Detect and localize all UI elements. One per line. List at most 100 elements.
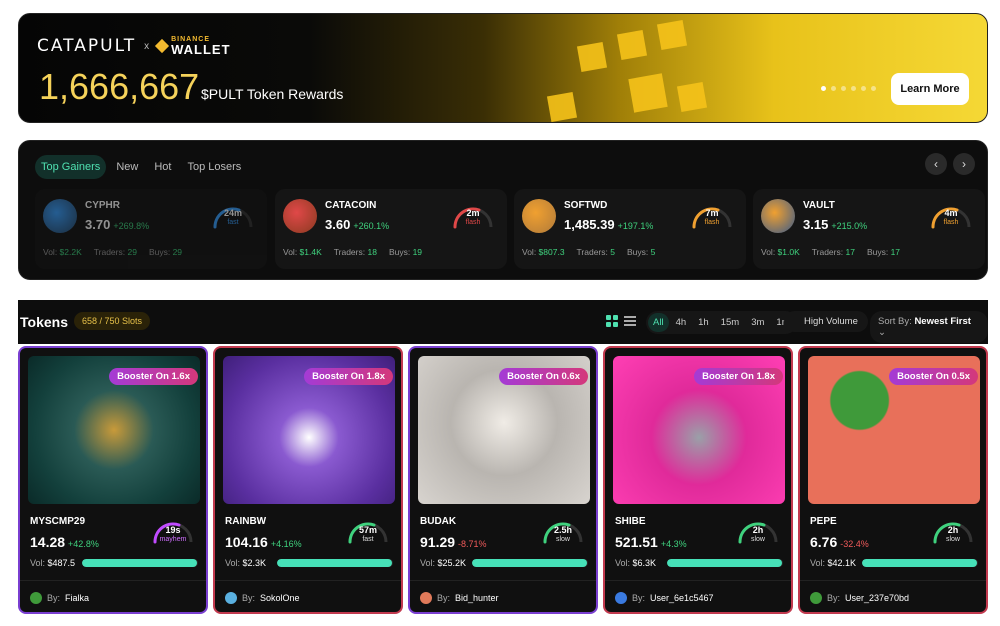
token-symbol: MYSCMP29: [30, 516, 86, 527]
mover-price: 3.15 +215.0%: [803, 217, 868, 232]
carousel-dot[interactable]: [821, 86, 826, 91]
tab-new[interactable]: New: [110, 155, 144, 179]
gauge-speed: slow: [945, 535, 960, 543]
token-card[interactable]: Booster On 0.5x PEPE 6.76 -32.4% 2h slow Vol: …: [798, 346, 988, 614]
mover-price: 1,485.39 +197.1%: [564, 217, 654, 232]
timeframe-All[interactable]: All: [648, 313, 669, 332]
creator-row[interactable]: By: Fialka: [30, 592, 89, 604]
promo-banner[interactable]: CATAPULT x BINANCE WALLET 1,666,667 $PUL…: [18, 13, 988, 123]
timeframe-1h[interactable]: 1h: [693, 313, 714, 332]
gauge-speed: flash: [943, 218, 959, 226]
volume-bar-fill: [472, 559, 587, 567]
token-card[interactable]: Booster On 1.8x RAINBW 104.16 +4.16% 57m fast…: [213, 346, 403, 614]
creator-name[interactable]: Fialka: [65, 593, 89, 603]
grid-view-icon[interactable]: [606, 315, 618, 327]
slots-badge: 658 / 750 Slots: [74, 312, 151, 330]
timeframe-4h[interactable]: 4h: [671, 313, 692, 332]
mover-change: +269.8%: [113, 221, 150, 231]
token-price: 521.51 +4.3%: [615, 534, 687, 550]
traders-stat: Traders: 17: [811, 247, 855, 257]
token-card[interactable]: Booster On 1.6x MYSCMP29 14.28 +42.8% 19s may…: [18, 346, 208, 614]
carousel-dot[interactable]: [851, 86, 856, 91]
vol-value: $1.4K: [299, 247, 322, 257]
timeframe-3m[interactable]: 3m: [746, 313, 769, 332]
gauge-time: 7m flash: [690, 208, 734, 227]
wallet-label: WALLET: [171, 42, 231, 57]
token-change: +42.8%: [68, 539, 99, 549]
high-volume-toggle[interactable]: High Volume: [784, 311, 868, 332]
mover-tabs: Top Gainers New Hot Top Losers: [35, 155, 247, 179]
volume-value: $2.3K: [242, 558, 267, 568]
gauge-speed: fast: [227, 218, 239, 226]
buys-value: 29: [172, 247, 183, 257]
vol-stat: Vol: $1.4K: [283, 247, 322, 257]
creator-row[interactable]: By: Bid_hunter: [420, 592, 499, 604]
buys-value: 17: [890, 247, 901, 257]
list-view-icon[interactable]: [624, 315, 636, 327]
gauge-speed: flash: [465, 218, 481, 226]
creator-name[interactable]: User_237e70bd: [845, 593, 909, 603]
token-card[interactable]: Booster On 1.8x SHIBE 521.51 +4.3% 2h slow Vol…: [603, 346, 793, 614]
sort-dropdown[interactable]: Sort By: Newest First ⌄: [870, 311, 988, 343]
carousel-dot[interactable]: [841, 86, 846, 91]
creator-row[interactable]: By: User_237e70bd: [810, 592, 909, 604]
card-divider: [800, 580, 986, 581]
mover-change: +260.1%: [353, 221, 390, 231]
mover-card[interactable]: CYPHR 3.70 +269.8% 24m fast Vol: $2.2K Traders…: [35, 189, 267, 269]
creator-name[interactable]: SokolOne: [260, 593, 300, 603]
vol-stat: Vol: $2.2K: [43, 247, 82, 257]
creator-avatar: [420, 592, 432, 604]
creator-name[interactable]: Bid_hunter: [455, 593, 499, 603]
mover-change: +215.0%: [831, 221, 868, 231]
buys-stat: Buys: 29: [148, 247, 183, 257]
by-label: By:: [437, 593, 451, 603]
vol-value: $2.2K: [59, 247, 82, 257]
prev-arrow-icon[interactable]: ‹: [925, 153, 947, 175]
traders-value: 17: [845, 247, 855, 257]
mover-price: 3.60 +260.1%: [325, 217, 390, 232]
tab-hot[interactable]: Hot: [148, 155, 177, 179]
buys-stat: Buys: 17: [866, 247, 901, 257]
volume-bar-fill: [82, 559, 197, 567]
by-label: By:: [632, 593, 646, 603]
mover-stats: Vol: $1.0K Traders: 17 Buys: 17: [761, 247, 900, 257]
gauge-speed: mayhem: [159, 535, 187, 543]
mover-card[interactable]: VAULT 3.15 +215.0% 4m flash Vol: $1.0K Traders…: [753, 189, 985, 269]
carousel-dots[interactable]: [821, 86, 876, 91]
carousel-dot[interactable]: [871, 86, 876, 91]
token-card[interactable]: Booster On 0.6x BUDAK 91.29 -8.71% 2.5h slow V…: [408, 346, 598, 614]
gauge-time: 19s mayhem: [150, 525, 196, 544]
traders-stat: Traders: 18: [333, 247, 377, 257]
learn-more-button[interactable]: Learn More: [891, 73, 969, 105]
booster-badge: Booster On 0.6x: [499, 368, 588, 385]
reward-subtitle: $PULT Token Rewards: [201, 86, 344, 102]
carousel-dot[interactable]: [831, 86, 836, 91]
mover-card[interactable]: SOFTWD 1,485.39 +197.1% 7m flash Vol: $807.3 T…: [514, 189, 746, 269]
tab-top-gainers[interactable]: Top Gainers: [35, 155, 107, 179]
token-avatar: [761, 199, 795, 233]
volume-value: $6.3K: [632, 558, 657, 568]
mover-name: CATACOIN: [325, 200, 377, 211]
creator-name[interactable]: User_6e1c5467: [650, 593, 714, 603]
booster-badge: Booster On 1.8x: [304, 368, 393, 385]
tab-top-losers[interactable]: Top Losers: [181, 155, 247, 179]
token-volume: Vol: $42.1K: [810, 558, 857, 568]
logo-separator: x: [144, 40, 150, 52]
vol-value: $1.0K: [777, 247, 800, 257]
volume-bar: [667, 559, 783, 567]
gauge-time: 2h slow: [930, 525, 976, 544]
volume-bar-fill: [667, 559, 782, 567]
next-arrow-icon[interactable]: ›: [953, 153, 975, 175]
top-movers-panel: Top Gainers New Hot Top Losers ‹ › CYPHR 3.7…: [18, 140, 988, 280]
chevron-down-icon: ⌄: [878, 327, 886, 338]
mover-card[interactable]: CATACOIN 3.60 +260.1% 2m flash Vol: $1.4K Trad…: [275, 189, 507, 269]
creator-row[interactable]: By: User_6e1c5467: [615, 592, 714, 604]
carousel-dot[interactable]: [861, 86, 866, 91]
carousel-nav: ‹ ›: [925, 153, 975, 175]
token-price: 14.28 +42.8%: [30, 534, 99, 550]
timeframe-15m[interactable]: 15m: [716, 313, 744, 332]
creator-avatar: [615, 592, 627, 604]
token-avatar: [522, 199, 556, 233]
creator-avatar: [30, 592, 42, 604]
creator-row[interactable]: By: SokolOne: [225, 592, 300, 604]
